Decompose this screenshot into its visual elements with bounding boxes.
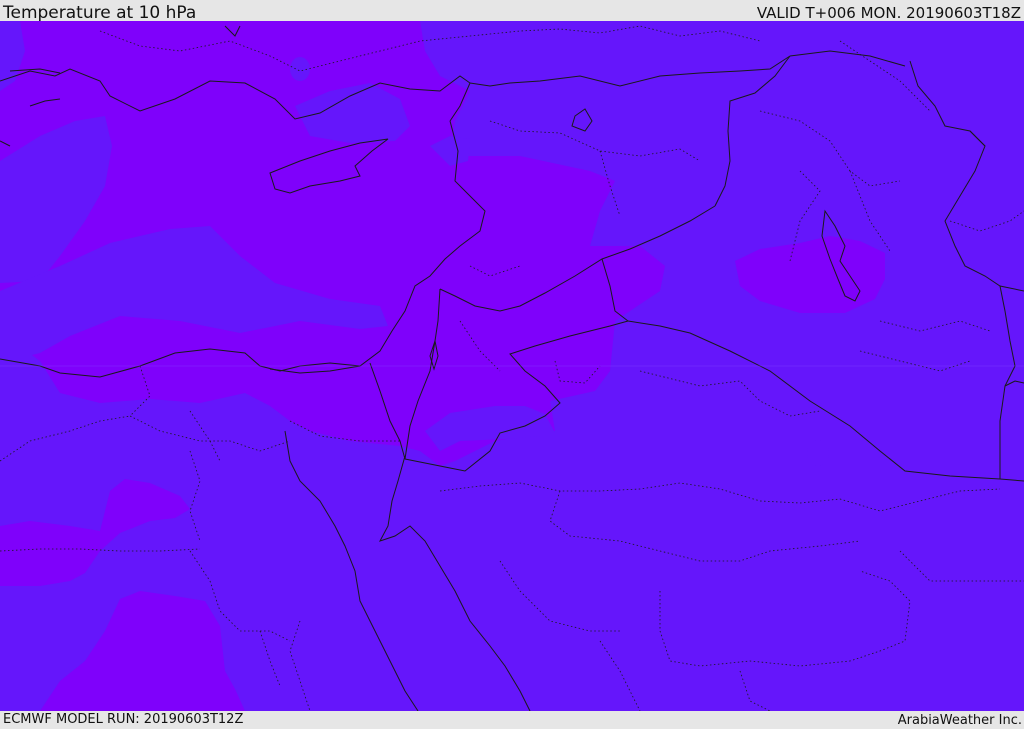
valid-time: VALID T+006 MON. 20190603T18Z bbox=[756, 4, 1021, 22]
header-bar: Temperature at 10 hPa VALID T+006 MON. 2… bbox=[0, 0, 1024, 23]
cool-region-arabia bbox=[807, 440, 829, 466]
cool-region-lake bbox=[290, 57, 310, 81]
footer-bar: ECMWF MODEL RUN: 20190603T12Z ArabiaWeat… bbox=[0, 711, 1024, 729]
map-title: Temperature at 10 hPa bbox=[3, 3, 197, 23]
credit: ArabiaWeather Inc. bbox=[897, 713, 1022, 728]
map-figure: Temperature at 10 hPa VALID T+006 MON. 2… bbox=[0, 0, 1024, 729]
model-run: ECMWF MODEL RUN: 20190603T12Z bbox=[3, 712, 244, 727]
temperature-map[interactable] bbox=[0, 21, 1024, 711]
